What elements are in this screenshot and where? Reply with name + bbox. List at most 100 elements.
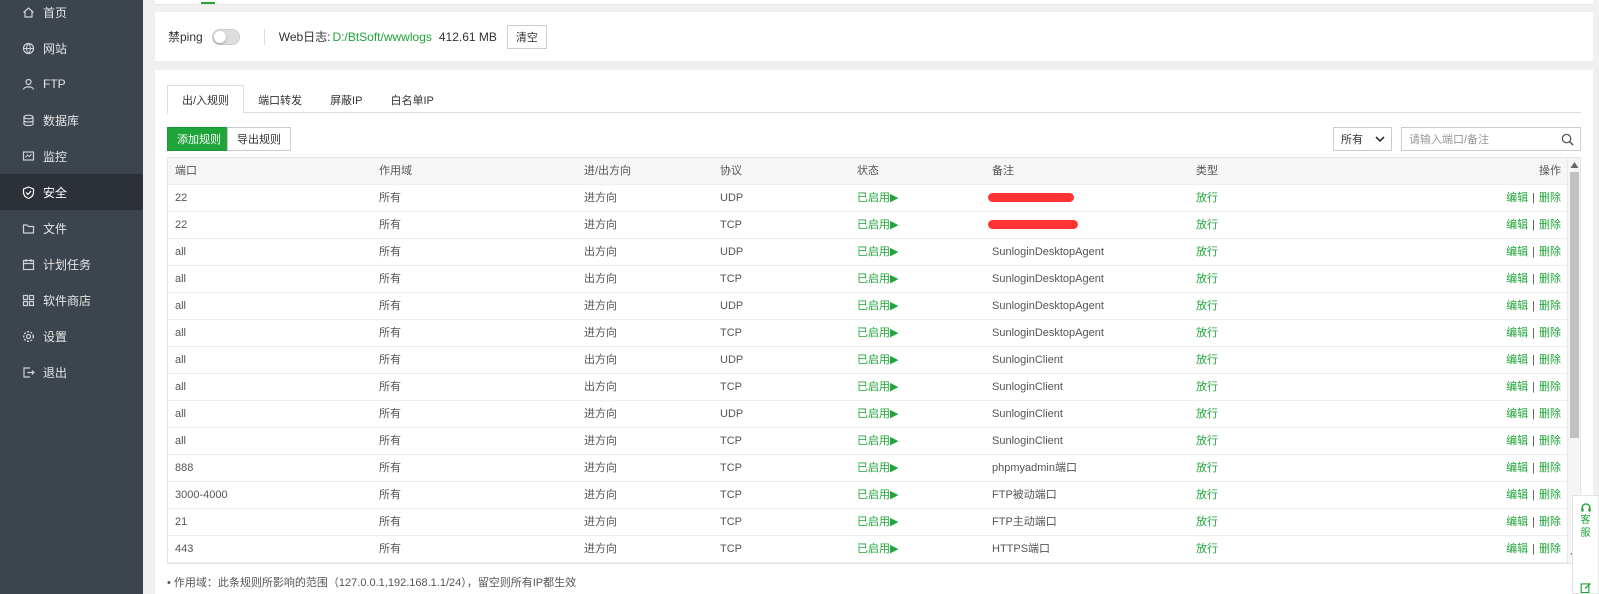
tab-in-out-rules[interactable]: 出/入规则 bbox=[167, 85, 245, 114]
cell-status-toggle[interactable]: 已启用▶ bbox=[857, 401, 898, 428]
cell-direction: 进方向 bbox=[584, 435, 617, 447]
edit-rule-link[interactable]: 编辑 bbox=[1506, 489, 1528, 501]
cell-type: 放行 bbox=[1196, 354, 1218, 366]
edit-rule-link[interactable]: 编辑 bbox=[1506, 408, 1528, 420]
cell-status-toggle[interactable]: 已启用▶ bbox=[857, 509, 898, 536]
sidebar-item-3[interactable]: 数据库 bbox=[0, 102, 143, 138]
edit-rule-link[interactable]: 编辑 bbox=[1506, 219, 1528, 231]
delete-rule-link[interactable]: 删除 bbox=[1539, 273, 1561, 285]
delete-rule-link[interactable]: 删除 bbox=[1539, 516, 1561, 528]
cell-direction: 进方向 bbox=[584, 489, 617, 501]
cell-scope: 所有 bbox=[379, 516, 401, 528]
cell-status-toggle[interactable]: 已启用▶ bbox=[857, 293, 898, 320]
cell-status-toggle[interactable]: 已启用▶ bbox=[857, 374, 898, 401]
delete-rule-link[interactable]: 删除 bbox=[1539, 489, 1561, 501]
cell-status-toggle[interactable]: 已启用▶ bbox=[857, 536, 898, 563]
export-rules-button[interactable]: 导出规则 bbox=[227, 127, 291, 151]
cell-ops: 编辑 | 删除 bbox=[1506, 482, 1561, 509]
delete-rule-link[interactable]: 删除 bbox=[1539, 327, 1561, 339]
cell-protocol: TCP bbox=[720, 219, 742, 231]
sidebar-item-10[interactable]: 退出 bbox=[0, 354, 143, 390]
header-ops: 操作 bbox=[1539, 165, 1561, 177]
edit-rule-link[interactable]: 编辑 bbox=[1506, 192, 1528, 204]
cell-status-toggle[interactable]: 已启用▶ bbox=[857, 482, 898, 509]
edit-rule-link[interactable]: 编辑 bbox=[1506, 354, 1528, 366]
clear-logs-button[interactable]: 清空 bbox=[506, 24, 547, 49]
delete-rule-link[interactable]: 删除 bbox=[1539, 408, 1561, 420]
cell-port: 3000-4000 bbox=[175, 489, 228, 501]
delete-rule-link[interactable]: 删除 bbox=[1539, 435, 1561, 447]
redaction-mark bbox=[988, 220, 1078, 229]
logout-icon bbox=[21, 365, 35, 379]
edit-rule-link[interactable]: 编辑 bbox=[1506, 462, 1528, 474]
cell-direction: 出方向 bbox=[584, 246, 617, 258]
edit-rule-link[interactable]: 编辑 bbox=[1506, 516, 1528, 528]
cell-port: 21 bbox=[175, 516, 188, 528]
tab-port-forward[interactable]: 端口转发 bbox=[244, 85, 316, 114]
sidebar-item-4[interactable]: 监控 bbox=[0, 138, 143, 174]
delete-rule-link[interactable]: 删除 bbox=[1539, 543, 1561, 555]
cell-type: 放行 bbox=[1196, 435, 1218, 447]
edit-rule-link[interactable]: 编辑 bbox=[1506, 273, 1528, 285]
cell-direction: 进方向 bbox=[584, 219, 617, 231]
customer-service-label: 客服 bbox=[1580, 514, 1591, 539]
delete-rule-link[interactable]: 删除 bbox=[1539, 219, 1561, 231]
header-protocol: 协议 bbox=[720, 165, 742, 177]
cell-status-toggle[interactable]: 已启用▶ bbox=[857, 212, 898, 239]
cell-direction: 进方向 bbox=[584, 462, 617, 474]
edit-rule-link[interactable]: 编辑 bbox=[1506, 435, 1528, 447]
cell-status-toggle[interactable]: 已启用▶ bbox=[857, 239, 898, 266]
table-row: all 所有 进方向 UDP 已启用▶ SunloginClient 放行 编辑 | 删除 bbox=[168, 401, 1567, 428]
tab-whitelist-ip[interactable]: 白名单IP bbox=[376, 85, 447, 114]
filter-select[interactable]: 所有 bbox=[1333, 127, 1392, 151]
table-row: all 所有 进方向 TCP 已启用▶ SunloginDesktopAgent 放行 编辑 |… bbox=[168, 320, 1567, 347]
cell-status-toggle[interactable]: 已启用▶ bbox=[857, 347, 898, 374]
cell-port: 443 bbox=[175, 543, 194, 555]
add-rule-button[interactable]: 添加规则 bbox=[167, 127, 231, 151]
sidebar-item-9[interactable]: 设置 bbox=[0, 318, 143, 354]
edit-rule-link[interactable]: 编辑 bbox=[1506, 327, 1528, 339]
edit-rule-link[interactable]: 编辑 bbox=[1506, 543, 1528, 555]
cell-ops: 编辑 | 删除 bbox=[1506, 347, 1561, 374]
scroll-up-icon[interactable] bbox=[1570, 161, 1579, 169]
sidebar-item-5[interactable]: 安全 bbox=[0, 174, 143, 210]
weblog-path-link[interactable]: D:/BtSoft/wwwlogs bbox=[333, 30, 432, 44]
delete-rule-link[interactable]: 删除 bbox=[1539, 246, 1561, 258]
cell-status-toggle[interactable]: 已启用▶ bbox=[857, 266, 898, 293]
cell-port: 22 bbox=[175, 192, 188, 204]
sidebar-item-7[interactable]: 计划任务 bbox=[0, 246, 143, 282]
cell-status-toggle[interactable]: 已启用▶ bbox=[857, 320, 898, 347]
sidebar-item-2[interactable]: FTP bbox=[0, 66, 143, 102]
cell-status-toggle[interactable]: 已启用▶ bbox=[857, 428, 898, 455]
edit-icon[interactable] bbox=[1580, 582, 1592, 594]
op-separator: | bbox=[1532, 354, 1535, 366]
cell-protocol: UDP bbox=[720, 354, 744, 366]
ping-toggle[interactable] bbox=[211, 28, 240, 45]
edit-rule-link[interactable]: 编辑 bbox=[1506, 381, 1528, 393]
sidebar-item-8[interactable]: 软件商店 bbox=[0, 282, 143, 318]
sidebar-item-0[interactable]: 首页 bbox=[0, 0, 143, 30]
edit-rule-link[interactable]: 编辑 bbox=[1506, 300, 1528, 312]
tab-block-ip[interactable]: 屏蔽IP bbox=[316, 85, 376, 114]
calendar-icon bbox=[21, 257, 35, 271]
search-input[interactable]: 请输入端口/备注 bbox=[1401, 127, 1581, 151]
delete-rule-link[interactable]: 删除 bbox=[1539, 300, 1561, 312]
edit-rule-link[interactable]: 编辑 bbox=[1506, 246, 1528, 258]
table-row: all 所有 出方向 UDP 已启用▶ SunloginClient 放行 编辑 | 删除 bbox=[168, 347, 1567, 374]
op-separator: | bbox=[1532, 300, 1535, 312]
cell-protocol: TCP bbox=[720, 327, 742, 339]
delete-rule-link[interactable]: 删除 bbox=[1539, 381, 1561, 393]
cell-status-toggle[interactable]: 已启用▶ bbox=[857, 455, 898, 482]
sidebar-item-6[interactable]: 文件 bbox=[0, 210, 143, 246]
delete-rule-link[interactable]: 删除 bbox=[1539, 192, 1561, 204]
scrollbar-thumb[interactable] bbox=[1570, 172, 1579, 438]
sidebar-item-label: 网站 bbox=[43, 41, 68, 56]
delete-rule-link[interactable]: 删除 bbox=[1539, 462, 1561, 474]
sidebar-item-1[interactable]: 网站 bbox=[0, 30, 143, 66]
customer-service-float[interactable]: 客服 bbox=[1572, 495, 1599, 594]
sidebar-item-label: 退出 bbox=[43, 365, 68, 380]
delete-rule-link[interactable]: 删除 bbox=[1539, 354, 1561, 366]
cell-type: 放行 bbox=[1196, 300, 1218, 312]
search-icon[interactable] bbox=[1561, 133, 1574, 146]
cell-status-toggle[interactable]: 已启用▶ bbox=[857, 185, 898, 212]
